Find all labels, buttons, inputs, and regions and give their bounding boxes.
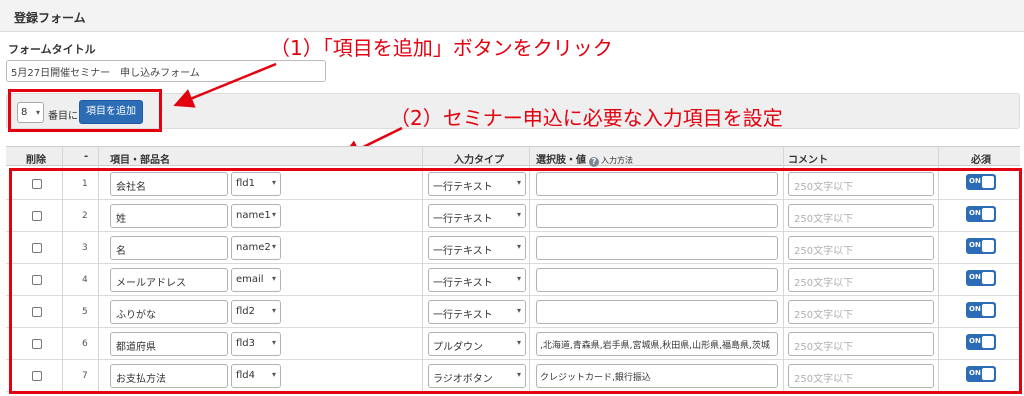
annotation-box-add-button — [8, 89, 162, 132]
annotation-step1: （1）「項目を追加」ボタンをクリック — [270, 36, 613, 60]
table-header: 削除 - 項目・部品名 入力タイプ 選択肢・値? 入力方法 コメント 必須 — [6, 146, 1020, 167]
annotation-step2: （2）セミナー申込に必要な入力項目を設定 — [390, 106, 783, 130]
annotation-box-fields — [9, 168, 1022, 394]
header-options-help-label[interactable]: 入力方法 — [601, 156, 633, 165]
header-delete: 削除 — [26, 155, 46, 166]
header-input-type: 入力タイプ — [454, 155, 504, 166]
header-required: 必須 — [971, 155, 991, 166]
header-comment: コメント — [788, 155, 828, 166]
header-options-label: 選択肢・値 — [536, 155, 586, 166]
header-order: - — [84, 151, 89, 162]
header-item-name: 項目・部品名 — [110, 155, 170, 166]
panel-title: 登録フォーム — [14, 11, 86, 25]
form-title-input[interactable]: 5月27日開催セミナー 申し込みフォーム — [6, 60, 326, 82]
form-title-label: フォームタイトル — [8, 43, 96, 56]
help-icon[interactable]: ? — [589, 157, 599, 167]
panel-header: 登録フォーム — [0, 0, 1024, 32]
header-options: 選択肢・値? 入力方法 — [536, 151, 633, 167]
